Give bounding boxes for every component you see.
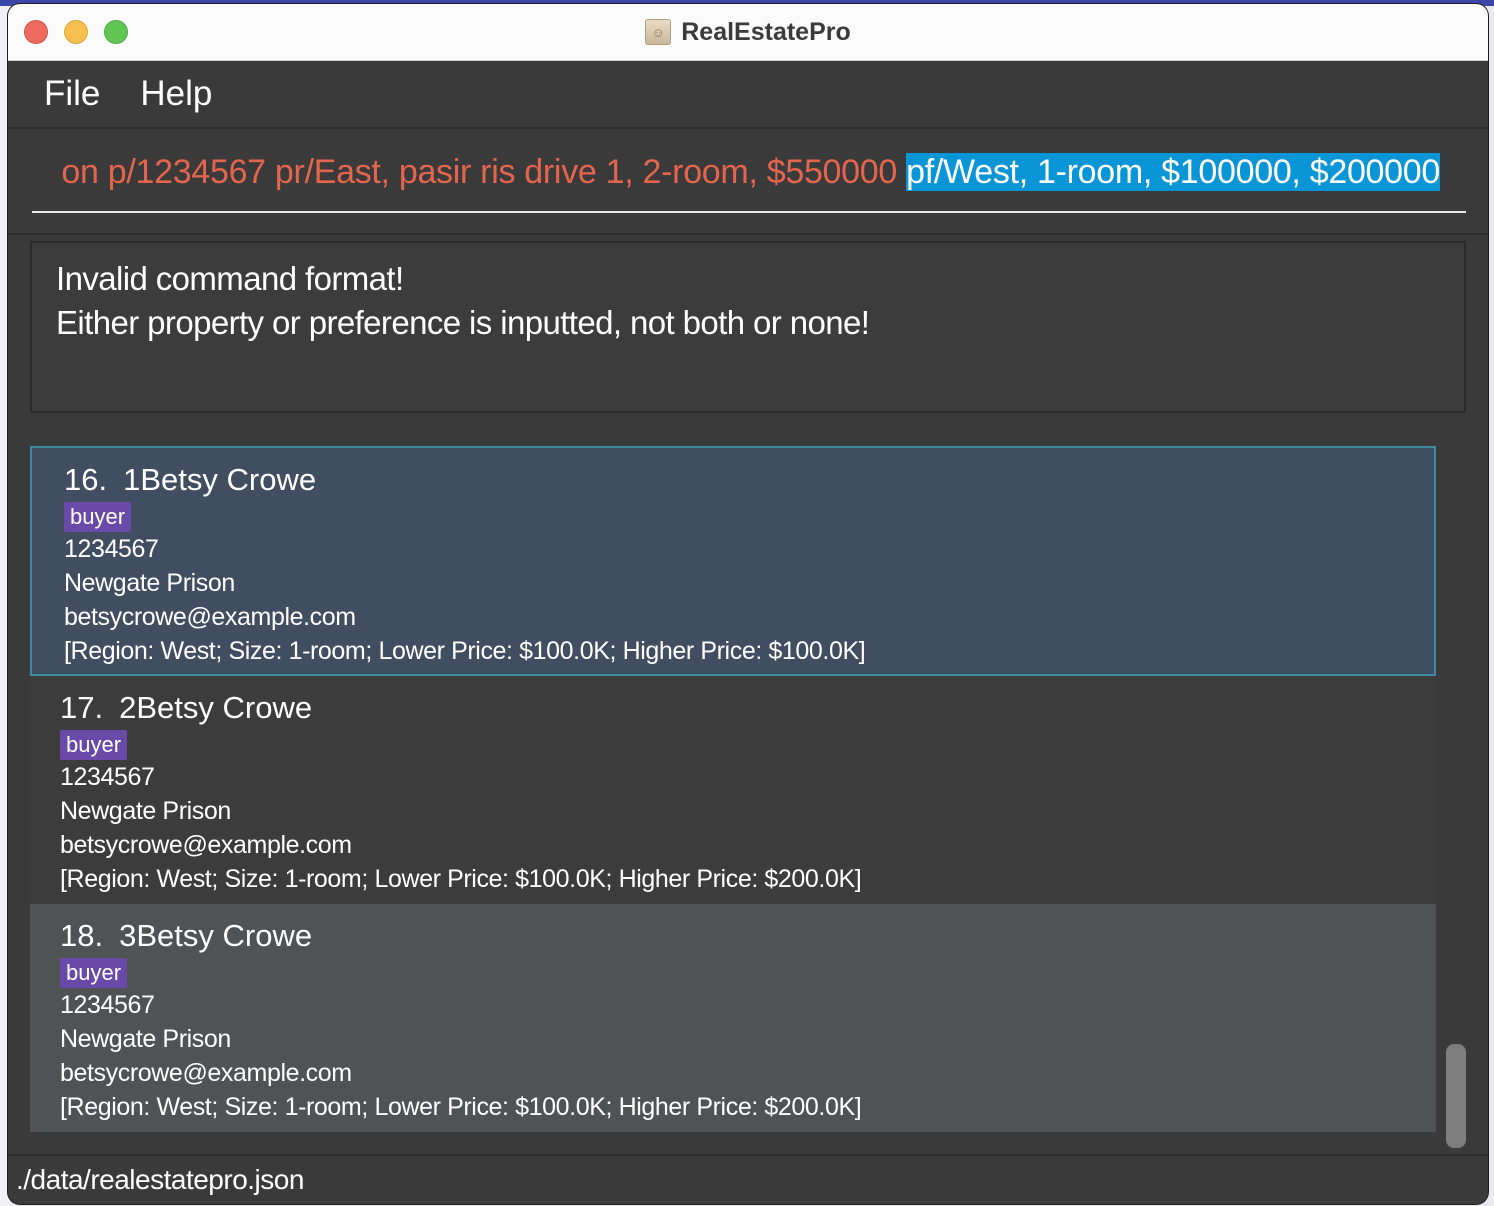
result-area: Invalid command format! Either property …	[8, 235, 1488, 427]
person-preference: [Region: West; Size: 1-room; Lower Price…	[60, 1093, 862, 1121]
command-text: on p/1234567 pr/East, pasir ris drive 1,…	[61, 153, 1440, 192]
person-tag: buyer	[60, 958, 128, 988]
person-email: betsycrowe@example.com	[60, 1059, 352, 1087]
person-preference: [Region: West; Size: 1-room; Lower Price…	[64, 637, 866, 665]
result-display: Invalid command format! Either property …	[30, 241, 1466, 413]
person-name: 3Betsy Crowe	[119, 918, 313, 953]
person-email: betsycrowe@example.com	[60, 831, 352, 859]
person-phone: 1234567	[64, 535, 159, 563]
person-card[interactable]: 16. 1Betsy Crowe buyer 1234567 Newgate Pr…	[30, 446, 1436, 676]
result-line-1: Invalid command format!	[56, 260, 404, 297]
menu-bar: File Help	[8, 61, 1488, 129]
list-scrollbar-thumb[interactable]	[1446, 1044, 1466, 1148]
person-tag: buyer	[64, 502, 132, 532]
app-window: ☺ RealEstatePro File Help on p/1234567 p…	[8, 4, 1488, 1204]
person-phone: 1234567	[60, 763, 155, 791]
command-text-unselected: on p/1234567 pr/East, pasir ris drive 1,…	[61, 153, 907, 191]
person-index: 18.	[60, 918, 104, 953]
save-file-path: ./data/realestatepro.json	[16, 1164, 304, 1195]
menu-file[interactable]: File	[44, 74, 100, 114]
command-area: on p/1234567 pr/East, pasir ris drive 1,…	[8, 129, 1488, 235]
person-name: 2Betsy Crowe	[119, 690, 313, 725]
person-index: 17.	[60, 690, 104, 725]
person-address: Newgate Prison	[64, 569, 235, 597]
title-wrap: ☺ RealEstatePro	[8, 4, 1488, 60]
person-card-title: 16. 1Betsy Crowe	[64, 460, 1404, 500]
list-scrollbar[interactable]	[1446, 446, 1468, 1148]
person-card-title: 18. 3Betsy Crowe	[60, 916, 1406, 956]
person-card[interactable]: 17. 2Betsy Crowe buyer 1234567 Newgate Pr…	[30, 676, 1436, 904]
status-bar: ./data/realestatepro.json	[8, 1154, 1488, 1204]
person-address: Newgate Prison	[60, 797, 231, 825]
person-name: 1Betsy Crowe	[123, 462, 317, 497]
person-email: betsycrowe@example.com	[64, 603, 356, 631]
command-input[interactable]: on p/1234567 pr/East, pasir ris drive 1,…	[32, 149, 1466, 213]
person-card-title: 17. 2Betsy Crowe	[60, 688, 1406, 728]
person-phone: 1234567	[60, 991, 155, 1019]
person-preference: [Region: West; Size: 1-room; Lower Price…	[60, 865, 862, 893]
person-index: 16.	[64, 462, 108, 497]
person-list[interactable]: 16. 1Betsy Crowe buyer 1234567 Newgate Pr…	[8, 424, 1488, 1148]
window-title: RealEstatePro	[681, 17, 851, 46]
address-book-icon: ☺	[645, 19, 672, 45]
person-card[interactable]: 18. 3Betsy Crowe buyer 1234567 Newgate Pr…	[30, 904, 1436, 1132]
person-tag: buyer	[60, 730, 128, 760]
title-bar[interactable]: ☺ RealEstatePro	[8, 4, 1488, 61]
result-line-2: Either property or preference is inputte…	[56, 304, 870, 341]
menu-help[interactable]: Help	[140, 74, 212, 114]
command-text-selection: pf/West, 1-room, $100000, $200000	[906, 153, 1440, 191]
person-address: Newgate Prison	[60, 1025, 231, 1053]
